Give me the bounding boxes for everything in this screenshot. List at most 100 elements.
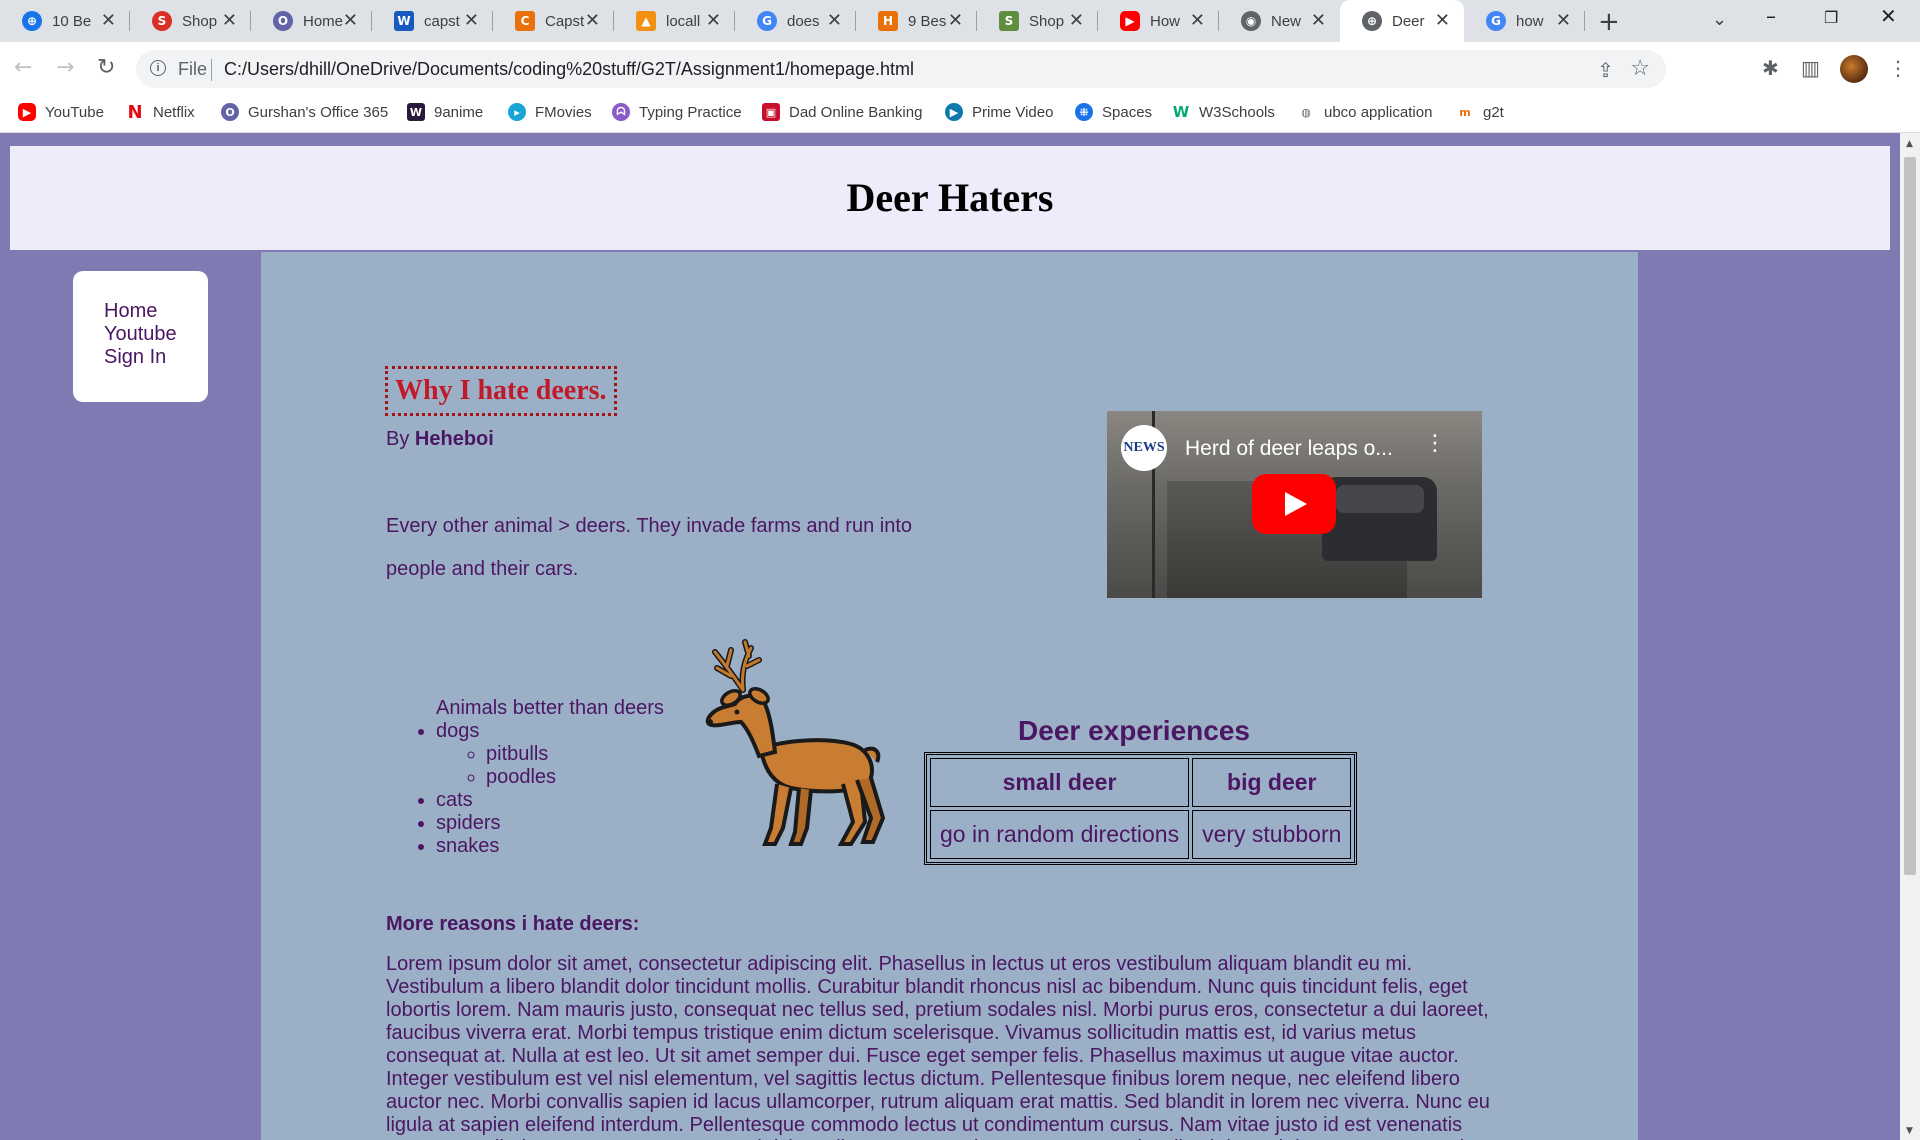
- scroll-down-arrow-icon[interactable]: ▼: [1906, 1126, 1913, 1136]
- intro-paragraph: Every other animal > deers. They invade …: [386, 515, 913, 580]
- close-icon[interactable]: ✕: [948, 11, 963, 31]
- info-icon[interactable]: i: [150, 60, 166, 76]
- w3schools-icon: W: [1172, 103, 1190, 121]
- scroll-up-arrow-icon[interactable]: ▲: [1906, 139, 1913, 149]
- tab-10[interactable]: ▶ How ✕: [1098, 0, 1219, 42]
- office-icon: O: [221, 103, 239, 121]
- play-button[interactable]: [1252, 474, 1336, 534]
- bookmark-prime-video[interactable]: ▶ Prime Video: [945, 103, 1053, 121]
- table-row: go in random directions very stubborn: [930, 810, 1352, 859]
- capstone-icon: C: [515, 11, 535, 31]
- tab-title: 10 Be: [52, 12, 92, 30]
- tab-2[interactable]: S Shop ✕: [130, 0, 251, 42]
- table-caption: Deer experiences: [1018, 715, 1250, 746]
- tab-active[interactable]: ⊕ Deer ✕: [1340, 0, 1464, 42]
- chrome-icon: ◉: [1241, 11, 1261, 31]
- main-content: Why I hate deers. By Heheboi Every other…: [261, 252, 1638, 1140]
- share-icon[interactable]: ⇪: [1597, 58, 1614, 82]
- youtube-embed[interactable]: NEWS Herd of deer leaps o... ⋮: [1107, 411, 1482, 598]
- scrollbar-thumb[interactable]: [1904, 157, 1916, 875]
- bookmark-spaces[interactable]: ⁜ Spaces: [1075, 103, 1152, 121]
- reload-icon[interactable]: ↻: [97, 56, 115, 80]
- bookmark-9anime[interactable]: W 9anime: [407, 103, 483, 121]
- youtube-icon: ▶: [1120, 11, 1140, 31]
- extensions-icon[interactable]: ✱: [1762, 56, 1779, 80]
- tab-13[interactable]: G how ✕: [1464, 0, 1585, 42]
- close-icon[interactable]: ✕: [1435, 11, 1450, 31]
- bookmark-office[interactable]: O Gurshan's Office 365: [221, 103, 388, 121]
- animals-list: Animals better than deers dogs pitbulls …: [386, 697, 664, 858]
- close-icon[interactable]: ✕: [827, 11, 842, 31]
- close-icon[interactable]: ✕: [1311, 11, 1326, 31]
- browser-toolbar: ← → ↻ i File C:/Users/dhill/OneDrive/Doc…: [0, 42, 1920, 96]
- nav-link-home[interactable]: Home: [104, 300, 208, 323]
- bookmark-ubco-application[interactable]: ◍ ubco application: [1297, 103, 1432, 121]
- tab-strip: ⊕ 10 Be ✕ S Shop ✕ O Home ✕ W capst ✕ C …: [0, 0, 1920, 42]
- url-text[interactable]: C:/Users/dhill/OneDrive/Documents/coding…: [224, 59, 914, 80]
- close-icon[interactable]: ✕: [1190, 11, 1205, 31]
- tab-5[interactable]: C Capst ✕: [493, 0, 614, 42]
- bookmark-w3schools[interactable]: W W3Schools: [1172, 103, 1275, 121]
- tab-title: Deer: [1392, 12, 1425, 30]
- close-icon[interactable]: ✕: [464, 11, 479, 31]
- tab-1[interactable]: ⊕ 10 Be ✕: [0, 0, 130, 42]
- table-header: small deer: [930, 758, 1190, 807]
- close-icon[interactable]: ✕: [706, 11, 721, 31]
- tab-7[interactable]: G does ✕: [735, 0, 856, 42]
- close-icon[interactable]: ✕: [1556, 11, 1571, 31]
- list-item: poodles: [486, 766, 664, 789]
- tab-8[interactable]: H 9 Bes ✕: [856, 0, 977, 42]
- table-cell: very stubborn: [1192, 810, 1352, 859]
- article-title: Why I hate deers.: [385, 366, 617, 416]
- new-tab-button[interactable]: +: [1598, 7, 1620, 37]
- ubco-icon: ◍: [1301, 105, 1311, 119]
- close-icon[interactable]: ✕: [343, 11, 358, 31]
- bookmark-typing-practice[interactable]: ᗣ Typing Practice: [612, 103, 742, 121]
- restore-icon[interactable]: ❐: [1824, 8, 1838, 27]
- shopify-green-icon: S: [999, 11, 1019, 31]
- vertical-scrollbar[interactable]: ▲ ▼: [1900, 133, 1920, 1140]
- close-window-icon[interactable]: ✕: [1880, 4, 1897, 28]
- bank-icon: ▣: [762, 103, 780, 121]
- more-menu-icon[interactable]: ⋮: [1888, 56, 1908, 80]
- section-heading: More reasons i hate deers:: [386, 913, 640, 935]
- kebab-menu-icon[interactable]: ⋮: [1424, 433, 1446, 455]
- ha-icon: H: [878, 11, 898, 31]
- ctv-news-logo: NEWS: [1121, 425, 1167, 471]
- forward-icon[interactable]: →: [56, 56, 74, 80]
- tab-4[interactable]: W capst ✕: [372, 0, 493, 42]
- close-icon[interactable]: ✕: [101, 11, 116, 31]
- bookmark-g2t[interactable]: m g2t: [1456, 103, 1504, 121]
- nav-link-sign-in[interactable]: Sign In: [104, 346, 208, 369]
- netflix-icon: N: [127, 101, 143, 123]
- back-icon[interactable]: ←: [14, 56, 32, 80]
- tab-3[interactable]: O Home ✕: [251, 0, 372, 42]
- close-icon[interactable]: ✕: [585, 11, 600, 31]
- bookmark-netflix[interactable]: N Netflix: [126, 101, 194, 123]
- deer-experiences-table: small deer big deer go in random directi…: [924, 752, 1358, 865]
- bookmarks-bar: ▶ YouTube N Netflix O Gurshan's Office 365 …: [0, 96, 1920, 133]
- bookmark-youtube[interactable]: ▶ YouTube: [18, 103, 104, 121]
- globe-blue-icon: ⊕: [22, 11, 42, 31]
- lorem-paragraph: Lorem ipsum dolor sit amet, consectetur …: [386, 953, 1490, 1140]
- list-item: snakes: [436, 835, 664, 858]
- video-title[interactable]: Herd of deer leaps o...: [1185, 437, 1393, 461]
- chevron-down-icon[interactable]: ⌄: [1712, 9, 1727, 30]
- bookmark-dad-online-banking[interactable]: ▣ Dad Online Banking: [762, 103, 922, 121]
- site-title: Deer Haters: [846, 175, 1054, 220]
- file-label: File: [178, 59, 208, 79]
- address-bar[interactable]: i File C:/Users/dhill/OneDrive/Documents…: [136, 50, 1666, 88]
- side-panel-icon[interactable]: ▥: [1801, 56, 1820, 80]
- tab-6[interactable]: ▲ locall ✕: [614, 0, 735, 42]
- tab-9[interactable]: S Shop ✕: [977, 0, 1098, 42]
- page-viewport: Deer Haters Home Youtube Sign In Why I h…: [0, 133, 1900, 1140]
- bookmark-fmovies[interactable]: ▸ FMovies: [508, 103, 592, 121]
- typing-icon: ᗣ: [612, 103, 630, 121]
- profile-avatar[interactable]: [1840, 55, 1868, 83]
- bookmark-star-icon[interactable]: ☆: [1630, 56, 1650, 81]
- nav-link-youtube[interactable]: Youtube: [104, 323, 208, 346]
- tab-11[interactable]: ◉ New ✕: [1219, 0, 1340, 42]
- close-icon[interactable]: ✕: [1069, 11, 1084, 31]
- close-icon[interactable]: ✕: [222, 11, 237, 31]
- minimize-icon[interactable]: –: [1766, 4, 1776, 28]
